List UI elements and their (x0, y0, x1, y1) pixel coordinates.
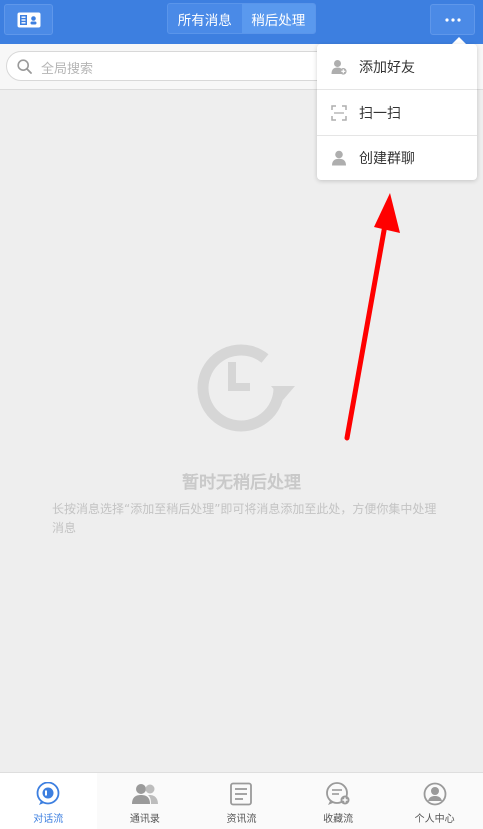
menu-item-scan[interactable]: 扫一扫 (317, 90, 477, 135)
menu-caret (452, 37, 466, 44)
nav-item-favorites[interactable]: 收藏流 (290, 773, 387, 829)
chat-icon (36, 782, 60, 805)
nav-label: 个人中心 (414, 814, 455, 825)
empty-state-title: 暂时无稍后处理 (182, 473, 301, 493)
nav-item-news[interactable]: 资讯流 (193, 773, 290, 829)
tab-process-later[interactable]: 稍后处理 (241, 4, 315, 33)
nav-label: 通讯录 (129, 814, 160, 825)
contact-card-icon (17, 12, 40, 27)
more-button[interactable] (430, 4, 475, 35)
menu-item-add-friend[interactable]: 添加好友 (317, 44, 477, 89)
scan-icon (331, 104, 347, 121)
top-bar: 所有消息 稍后处理 (0, 0, 483, 44)
nav-item-contacts[interactable]: 通讯录 (97, 773, 194, 829)
nav-label: 资讯流 (226, 814, 257, 825)
clock-refresh-icon (197, 344, 295, 432)
tab-all-messages[interactable]: 所有消息 (168, 4, 242, 33)
nav-label: 对话流 (33, 814, 64, 825)
user-icon (331, 150, 347, 166)
nav-item-conversations[interactable]: 对话流 (0, 773, 97, 829)
add-user-icon (331, 59, 347, 75)
news-icon (230, 782, 253, 806)
menu-item-label: 创建群聊 (359, 150, 415, 167)
favorites-icon (326, 782, 350, 805)
nav-item-profile[interactable]: 个人中心 (386, 773, 483, 829)
contacts-icon (131, 784, 158, 804)
more-dropdown-menu: 添加好友 扫一扫 创建群聊 (317, 44, 477, 180)
profile-icon (423, 782, 447, 806)
search-icon (17, 59, 32, 74)
nav-label: 收藏流 (323, 814, 354, 825)
menu-item-label: 添加好友 (359, 59, 415, 76)
search-placeholder: 全局搜索 (41, 62, 94, 77)
annotation-arrow (344, 193, 400, 441)
bottom-nav: 对话流 通讯录 资讯流 收藏流 个人中心 (0, 772, 483, 829)
empty-state-description: 长按消息选择“添加至稍后处理”即可将消息添加至此处，方便你集中处理消息 (52, 502, 437, 535)
contact-card-button[interactable] (4, 4, 53, 35)
menu-item-label: 扫一扫 (359, 105, 401, 122)
message-filter-tabs: 所有消息 稍后处理 (167, 3, 316, 34)
more-dots-icon (444, 17, 461, 22)
menu-item-create-group[interactable]: 创建群聊 (317, 135, 477, 180)
